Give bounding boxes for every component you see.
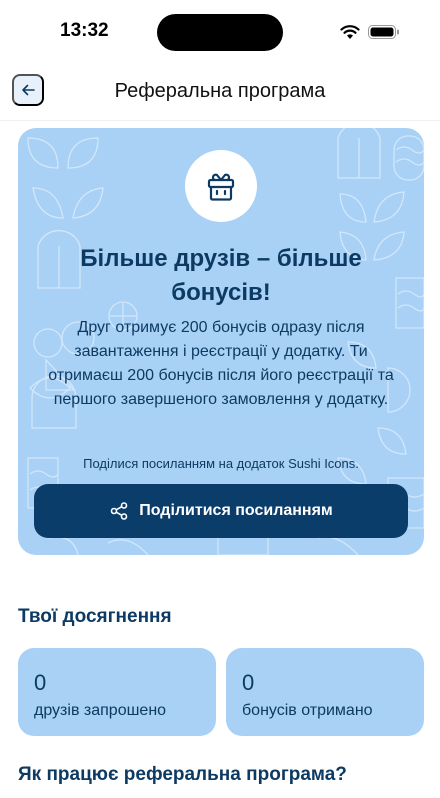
achievements-title: Твої досягнення	[18, 606, 172, 627]
share-icon	[110, 502, 128, 520]
dynamic-island	[157, 14, 283, 51]
stat-card-friends-invited: 0 друзів запрошено	[18, 648, 216, 736]
referral-promo-card: Більше друзів – більше бонусів! Друг отр…	[18, 128, 424, 555]
gift-icon	[207, 173, 235, 201]
page-title: Реферальна програма	[114, 80, 326, 102]
friends-invited-label: друзів запрошено	[34, 702, 167, 719]
status-time: 13:32	[60, 20, 109, 41]
status-bar: 13:32	[0, 0, 440, 62]
friends-invited-count: 0	[34, 670, 47, 695]
bonuses-received-label: бонусів отримано	[242, 702, 373, 719]
promo-title: Більше друзів – більше бонусів!	[80, 245, 362, 306]
battery-icon	[368, 25, 399, 39]
share-link-button-label: Поділитися посиланням	[139, 502, 333, 519]
how-it-works-title: Як працює реферальна програма?	[18, 764, 347, 785]
promo-description: Друг отримує 200 бонусів одразу після за…	[48, 319, 394, 408]
stat-card-bonuses-received: 0 бонусів отримано	[226, 648, 424, 736]
wifi-icon	[340, 25, 360, 39]
share-hint: Поділися посиланням на додаток Sushi Ico…	[83, 456, 359, 471]
bonuses-received-count: 0	[242, 670, 255, 695]
header-divider	[0, 120, 440, 121]
share-link-button[interactable]: Поділитися посиланням	[34, 484, 408, 538]
gift-icon-badge	[185, 150, 257, 222]
nav-bar: Реферальна програма	[0, 70, 440, 116]
